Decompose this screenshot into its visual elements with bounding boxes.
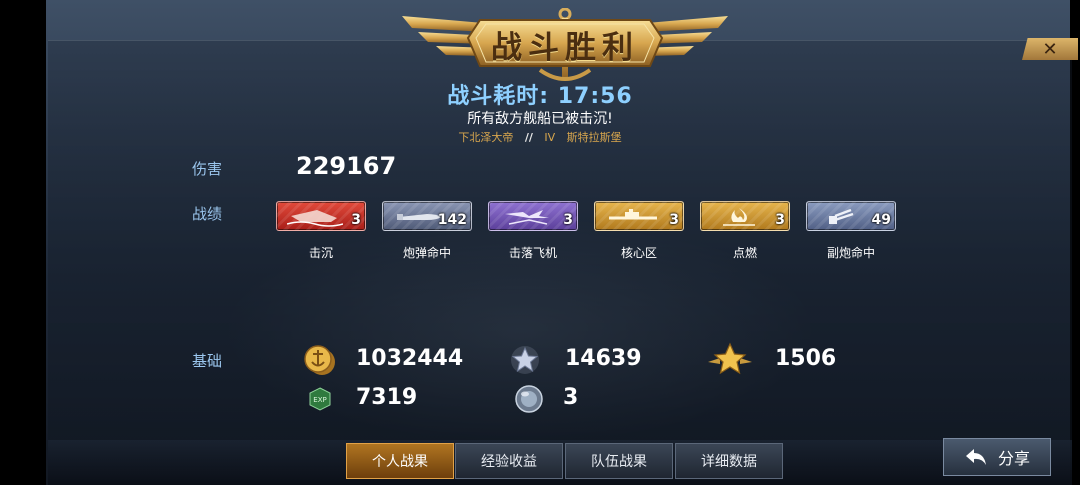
credits-coin-icon	[304, 345, 335, 375]
achievement-count: 3	[775, 212, 785, 228]
planes-shot-down-icon	[505, 210, 549, 225]
achievement-count: 142	[437, 212, 467, 228]
achievement-sink[interactable]: 3	[276, 201, 366, 231]
tab-detailed-data[interactable]: 详细数据	[675, 443, 783, 479]
share-label: 分享	[997, 449, 1030, 468]
achievement-label: 点燃	[732, 246, 757, 260]
gold-star-icon	[708, 342, 752, 375]
secondary-hit-icon	[829, 208, 854, 224]
ship-name: 斯特拉斯堡	[566, 131, 622, 144]
silver-star-icon	[511, 346, 539, 374]
tab-team-results[interactable]: 队伍战果	[565, 443, 673, 479]
ship-tier: IV	[544, 131, 556, 144]
player-name: 下北泽大帝	[458, 131, 514, 144]
exp-icon: EXP	[309, 387, 331, 411]
achievement-count: 49	[871, 212, 891, 228]
close-button[interactable]: ✕	[1022, 38, 1078, 60]
share-button[interactable]: 分享	[943, 438, 1051, 476]
damage-label: 伤害	[192, 160, 223, 178]
achievement-fire[interactable]: 3	[700, 201, 790, 231]
achievement-label: 核心区	[620, 246, 657, 260]
victory-banner: 战斗胜利	[400, 8, 730, 84]
citadel-hit-icon	[609, 209, 657, 220]
tab-label: 经验收益	[481, 454, 537, 470]
tab-exp-earnings[interactable]: 经验收益	[455, 443, 563, 479]
tab-label: 队伍战果	[591, 454, 647, 470]
achievement-label: 击落飞机	[508, 246, 557, 260]
back-arrow-icon	[965, 449, 986, 465]
battle-result-message: 所有敌方舰船已被击沉!	[467, 111, 613, 127]
achievement-label: 副炮命中	[826, 246, 875, 260]
orb-value: 3	[563, 385, 579, 410]
left-edge	[0, 0, 46, 485]
sink-icon	[287, 210, 343, 227]
achievement-secondary-hit[interactable]: 49	[806, 201, 896, 231]
fire-icon	[723, 208, 755, 226]
achievement-shell-hit[interactable]: 142	[382, 201, 472, 231]
battle-duration: 战斗耗时: 17:56	[447, 84, 633, 109]
credits-value: 1032444	[356, 346, 464, 371]
achievement-count: 3	[351, 212, 361, 228]
achievement-citadel[interactable]: 3	[594, 201, 684, 231]
svg-text:EXP: EXP	[313, 396, 326, 404]
close-icon: ✕	[1042, 38, 1058, 60]
achievement-label: 炮弹命中	[402, 246, 451, 260]
achievement-planes-shot[interactable]: 3	[488, 201, 578, 231]
exp-value: 7319	[356, 385, 418, 410]
base-label: 基础	[192, 352, 223, 370]
achievement-label: 击沉	[308, 246, 333, 260]
achievement-count: 3	[669, 212, 679, 228]
globe-orb-icon	[515, 385, 543, 413]
tab-personal-results[interactable]: 个人战果	[346, 443, 454, 479]
separator-icon: //	[524, 131, 533, 144]
ship-info: 下北泽大帝 // IV 斯特拉斯堡	[0, 129, 1080, 145]
free-exp-value: 1506	[775, 346, 837, 371]
captain-exp-value: 14639	[565, 346, 642, 371]
tab-label: 个人战果	[372, 454, 428, 470]
damage-value: 229167	[296, 152, 397, 180]
tab-label: 详细数据	[701, 454, 757, 470]
achievements-label: 战绩	[192, 205, 223, 223]
achievement-count: 3	[563, 212, 573, 228]
victory-title: 战斗胜利	[491, 30, 639, 66]
